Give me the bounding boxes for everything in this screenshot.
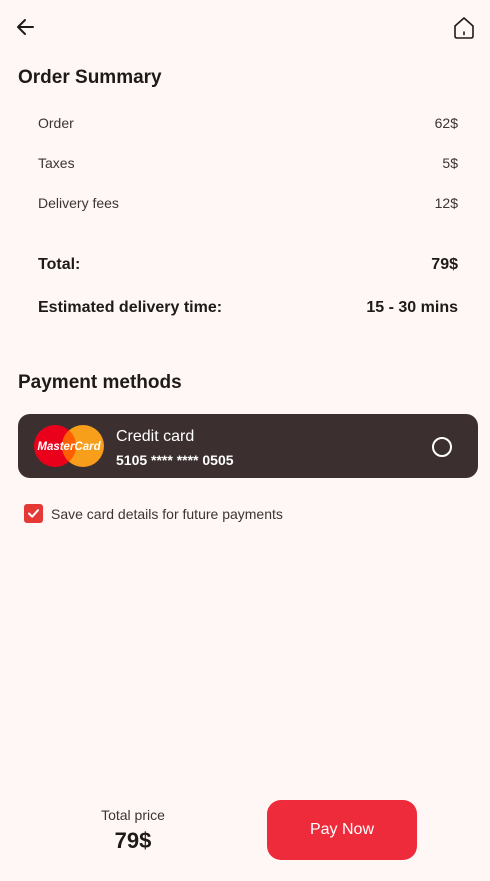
save-card-label: Save card details for future payments <box>51 505 283 522</box>
save-card-checkbox[interactable] <box>24 504 43 523</box>
mastercard-logo: MasterCard <box>34 425 104 467</box>
delivery-time-value: 15 - 30 mins <box>366 299 458 316</box>
summary-row-order: Order 62$ <box>38 115 458 131</box>
summary-label: Taxes <box>38 155 75 171</box>
summary-value: 5$ <box>442 155 458 171</box>
bottom-bar: Total price 79$ Pay Now <box>0 790 490 881</box>
summary-row-delivery-time: Estimated delivery time: 15 - 30 mins <box>38 299 458 317</box>
card-number: 5105 **** **** 0505 <box>116 452 234 468</box>
top-bar <box>0 0 490 54</box>
payment-methods-title: Payment methods <box>18 372 182 393</box>
summary-value: 62$ <box>434 115 458 131</box>
summary-value: 12$ <box>434 195 458 211</box>
total-price-label: Total price <box>101 807 165 823</box>
save-card-option[interactable]: Save card details for future payments <box>24 504 283 523</box>
home-icon <box>454 17 474 39</box>
payment-card-credit[interactable]: MasterCard Credit card 5105 **** **** 05… <box>18 414 478 478</box>
summary-label: Order <box>38 115 74 131</box>
home-button[interactable] <box>452 15 476 41</box>
card-title: Credit card <box>116 428 195 445</box>
summary-row-delivery-fees: Delivery fees 12$ <box>38 195 458 211</box>
card-radio-button[interactable] <box>432 437 452 457</box>
pay-now-button[interactable]: Pay Now <box>267 800 417 860</box>
total-label: Total: <box>38 256 81 273</box>
total-value: 79$ <box>431 256 458 273</box>
summary-row-total: Total: 79$ <box>38 256 458 274</box>
total-price-value: 79$ <box>114 828 152 853</box>
summary-label: Delivery fees <box>38 195 119 211</box>
order-summary-title: Order Summary <box>18 67 162 88</box>
arrow-left-icon <box>17 19 34 35</box>
back-button[interactable] <box>14 15 38 39</box>
summary-row-taxes: Taxes 5$ <box>38 155 458 171</box>
check-icon <box>28 509 39 518</box>
delivery-time-label: Estimated delivery time: <box>38 299 223 316</box>
mastercard-logo-text: MasterCard <box>37 441 101 453</box>
